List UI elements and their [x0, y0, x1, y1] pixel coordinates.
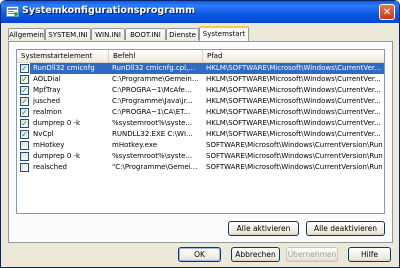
startup-item-name: mHotkey: [33, 141, 65, 149]
msconfig-window: Systemkonfigurationsprogramm ✕ Allgemein…: [0, 0, 400, 268]
startup-item-name: NvCpl: [33, 130, 54, 138]
help-button[interactable]: Hilfe: [348, 247, 391, 262]
startup-item-command: C:\PROGRA~1\CA\ET...: [112, 108, 191, 116]
close-button[interactable]: ✕: [379, 4, 395, 20]
close-icon: ✕: [382, 7, 392, 18]
startup-item-path: HKLM\SOFTWARE\Microsoft\Windows\CurrentV…: [206, 130, 381, 138]
startup-item-path: SOFTWARE\Microsoft\Windows\CurrentVersio…: [206, 152, 383, 160]
table-row[interactable]: ✓ RunDll32 cmicnfg RunDll32 cmicnfg.cpl,..…: [17, 63, 384, 74]
startup-item-name: AOLDial: [33, 75, 61, 83]
checkbox-icon[interactable]: [20, 141, 29, 150]
startup-item-command: C:\Programme\Gemein...: [112, 75, 199, 83]
startup-item-path: HKLM\SOFTWARE\Microsoft\Windows\CurrentV…: [206, 86, 381, 94]
tab-system-ini[interactable]: SYSTEM.INI: [45, 28, 91, 40]
column-header-pfad[interactable]: Pfad: [203, 50, 384, 62]
window-title: Systemkonfigurationsprogramm: [22, 5, 196, 16]
startup-item-command: RUNDLL32.EXE C:\WI...: [112, 130, 193, 138]
table-row[interactable]: ✓ realmon C:\PROGRA~1\CA\ET... HKLM\SOFTWAR…: [17, 107, 384, 118]
table-row[interactable]: dumprep 0 -k %systemroot%\syste... SOFTWAR…: [17, 151, 384, 162]
column-header-befehl[interactable]: Befehl: [109, 50, 203, 62]
startup-item-name: MpfTray: [33, 86, 61, 94]
list-header: Systemstartelement Befehl Pfad: [17, 50, 384, 63]
table-row[interactable]: ✓ dumprep 0 -k %systemroot%\syste... HKLM\S…: [17, 118, 384, 129]
startup-item-command: C:\PROGRA~1\McAfe...: [112, 86, 192, 94]
checkbox-icon[interactable]: ✓: [20, 64, 29, 73]
tab-boot-ini[interactable]: BOOT.INI: [125, 28, 166, 40]
startup-item-path: HKLM\SOFTWARE\Microsoft\Windows\CurrentV…: [206, 75, 381, 83]
checkbox-icon[interactable]: ✓: [20, 119, 29, 128]
checkbox-icon[interactable]: [20, 163, 29, 172]
apply-button[interactable]: Übernehmen: [286, 247, 338, 262]
startup-item-command: C:\Programme\Java\jr...: [112, 97, 193, 105]
column-header-systemstartelement[interactable]: Systemstartelement: [17, 50, 109, 62]
startup-item-name: realmon: [33, 108, 62, 116]
enable-all-button[interactable]: Alle aktivieren: [228, 221, 299, 236]
startup-item-command: mHotkey.exe: [112, 141, 158, 149]
ok-button[interactable]: OK: [178, 247, 221, 262]
startup-item-name: jusched: [33, 97, 61, 105]
startup-item-command: RunDll32 cmicnfg.cpl,...: [112, 64, 196, 72]
msconfig-icon: [6, 6, 19, 17]
tab-allgemein[interactable]: Allgemein: [8, 28, 45, 40]
table-row[interactable]: mHotkey mHotkey.exe SOFTWARE\Microsoft\Win…: [17, 140, 384, 151]
table-row[interactable]: ✓ AOLDial C:\Programme\Gemein... HKLM\SOFTW…: [17, 74, 384, 85]
table-row[interactable]: ✓ NvCpl RUNDLL32.EXE C:\WI... HKLM\SOFTWARE…: [17, 129, 384, 140]
checkbox-icon[interactable]: ✓: [20, 130, 29, 139]
startup-item-name: realsched: [33, 163, 67, 171]
startup-item-path: SOFTWARE\Microsoft\Windows\CurrentVersio…: [206, 141, 383, 149]
tab-systemstart[interactable]: Systemstart: [199, 26, 249, 41]
startup-item-command: "C:\Programme\Gemei...: [112, 163, 198, 171]
checkbox-icon[interactable]: ✓: [20, 97, 29, 106]
table-row[interactable]: ✓ MpfTray C:\PROGRA~1\McAfe... HKLM\SOFTWAR…: [17, 85, 384, 96]
table-row[interactable]: ✓ jusched C:\Programme\Java\jr... HKLM\SOFT…: [17, 96, 384, 107]
startup-list[interactable]: Systemstartelement Befehl Pfad ✓ RunDll32…: [16, 49, 385, 214]
table-row[interactable]: realsched "C:\Programme\Gemei... SOFTWARE\…: [17, 162, 384, 173]
startup-item-name: dumprep 0 -k: [33, 152, 81, 160]
startup-item-command: %systemroot%\syste...: [112, 119, 193, 127]
startup-item-path: HKLM\SOFTWARE\Microsoft\Windows\CurrentV…: [206, 97, 381, 105]
disable-all-button[interactable]: Alle deaktivieren: [306, 221, 385, 236]
startup-item-path: HKLM\SOFTWARE\Microsoft\Windows\CurrentV…: [206, 108, 381, 116]
startup-item-name: dumprep 0 -k: [33, 119, 81, 127]
tab-win-ini[interactable]: WIN.INI: [91, 28, 125, 40]
tab-dienste[interactable]: Dienste: [166, 28, 199, 40]
cancel-button[interactable]: Abbrechen: [231, 247, 280, 262]
startup-item-path: HKLM\SOFTWARE\Microsoft\Windows\CurrentV…: [206, 119, 381, 127]
checkbox-icon[interactable]: ✓: [20, 108, 29, 117]
startup-item-command: %systemroot%\syste...: [112, 152, 193, 160]
startup-item-name: RunDll32 cmicnfg: [33, 64, 95, 72]
title-bar[interactable]: Systemkonfigurationsprogramm ✕: [1, 1, 399, 23]
checkbox-icon[interactable]: [20, 152, 29, 161]
startup-item-path: HKLM\SOFTWARE\Microsoft\Windows\CurrentV…: [206, 64, 381, 72]
startup-item-path: SOFTWARE\Microsoft\Windows\CurrentVersio…: [206, 163, 383, 171]
checkbox-icon[interactable]: ✓: [20, 86, 29, 95]
checkbox-icon[interactable]: ✓: [20, 75, 29, 84]
